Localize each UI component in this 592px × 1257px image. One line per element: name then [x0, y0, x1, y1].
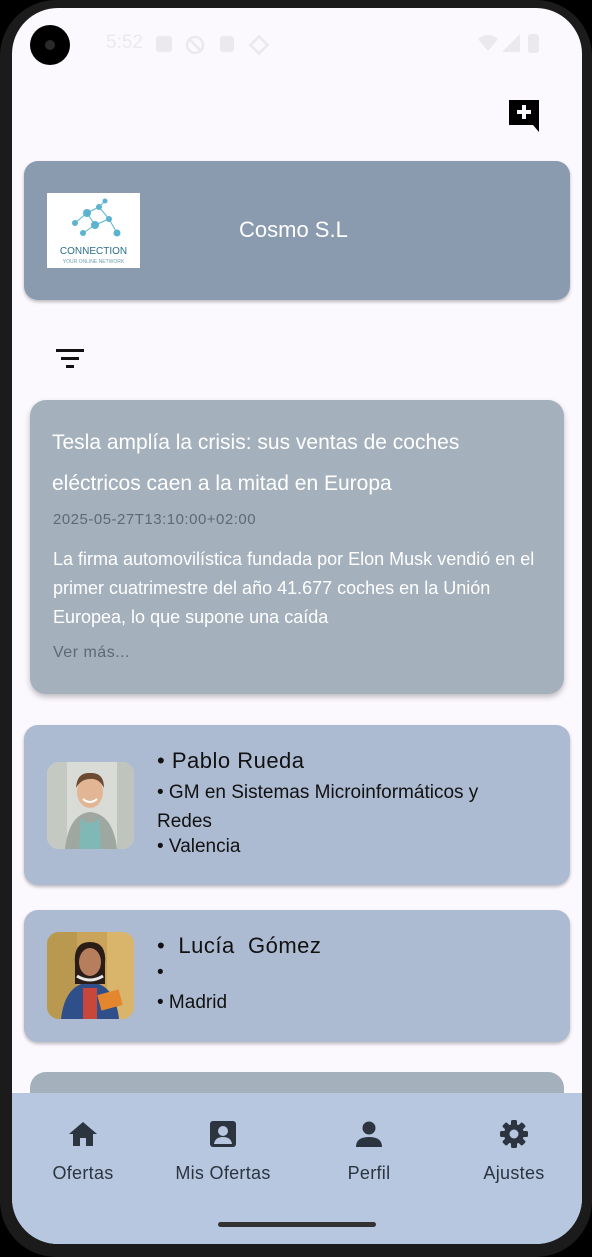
- home-icon: [69, 1122, 97, 1146]
- battery-icon: [528, 34, 539, 53]
- settings-icon: [500, 1120, 528, 1148]
- blocked-icon: [185, 35, 205, 55]
- person-photo: [47, 932, 134, 1019]
- nav-label: Ajustes: [483, 1163, 545, 1183]
- avatar: [47, 762, 134, 849]
- nav-perfil[interactable]: Perfil: [298, 1093, 440, 1213]
- candidate-city: • Valencia: [157, 836, 241, 857]
- ver-mas-link[interactable]: Ver más...: [53, 644, 130, 662]
- logo-subtext: YOUR ONLINE NETWORK: [62, 259, 125, 265]
- news-body: La firma automovilística fundada por Elo…: [53, 549, 535, 627]
- company-name: Cosmo S.L: [239, 217, 348, 242]
- status-time: 5:52: [106, 32, 143, 53]
- news-title: Tesla amplía la crisis: sus ventas de co…: [52, 431, 460, 495]
- candidate-name: • Lucía Gómez: [157, 933, 322, 958]
- candidate-city: • Madrid: [157, 992, 228, 1013]
- company-logo: CONNECTION YOUR ONLINE NETWORK: [47, 193, 140, 268]
- front-camera: [30, 25, 70, 65]
- nav-mis-ofertas[interactable]: Mis Ofertas: [152, 1093, 294, 1213]
- candidate-name: • Pablo Rueda: [157, 748, 305, 773]
- nav-label: Perfil: [347, 1163, 391, 1183]
- avatar: [47, 932, 134, 1019]
- home-indicator[interactable]: [218, 1222, 376, 1227]
- company-card[interactable]: CONNECTION YOUR ONLINE NETWORK Cosmo S.L: [24, 161, 570, 300]
- account-box-icon: [210, 1121, 236, 1147]
- location-icon: [248, 34, 270, 56]
- nav-ajustes[interactable]: Ajustes: [443, 1093, 582, 1213]
- nav-label: Ofertas: [52, 1163, 114, 1183]
- nav-label: Mis Ofertas: [175, 1163, 271, 1183]
- signal-icon: [502, 34, 520, 52]
- candidate-card[interactable]: • Pablo Rueda • GM en Sistemas Microinfo…: [24, 725, 570, 885]
- wifi-icon: [478, 35, 498, 51]
- sd-card-icon: [220, 36, 234, 52]
- candidate-degree: •: [157, 962, 164, 983]
- notification-icon: [156, 36, 172, 52]
- add-comment-icon[interactable]: [506, 98, 542, 132]
- nav-ofertas[interactable]: Ofertas: [12, 1093, 154, 1213]
- screen: 5:52 CONNECTION YOUR ONLINE NETWORK Cosm…: [12, 8, 582, 1244]
- candidate-degree: • GM en Sistemas Microinformáticos y Red…: [157, 782, 479, 832]
- news-card[interactable]: Tesla amplía la crisis: sus ventas de co…: [30, 400, 564, 694]
- person-icon: [356, 1121, 382, 1147]
- network-logo-icon: [72, 198, 121, 237]
- phone-frame: 5:52 CONNECTION YOUR ONLINE NETWORK Cosm…: [0, 0, 592, 1257]
- logo-text: CONNECTION: [59, 246, 128, 257]
- news-date: 2025-05-27T13:10:00+02:00: [53, 511, 257, 528]
- filter-list-icon[interactable]: [56, 348, 84, 370]
- candidate-card[interactable]: • Lucía Gómez • • Madrid: [24, 910, 570, 1042]
- person-photo: [47, 762, 134, 849]
